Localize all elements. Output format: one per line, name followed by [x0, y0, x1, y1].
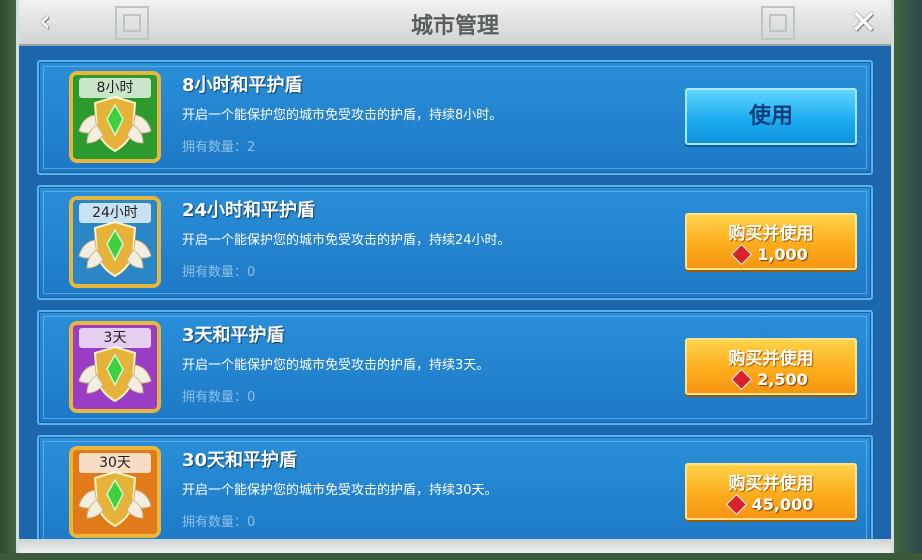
use-button-label: 使用 [748, 104, 793, 129]
shield-description: 开启一个能保护您的城市免受攻击的护盾，持续8小时。 [182, 108, 503, 123]
shield-description: 开启一个能保护您的城市免受攻击的护盾，持续3天。 [182, 358, 490, 373]
shield-icon: 30天 [69, 446, 161, 538]
buy-and-use-button[interactable]: 购买并使用 45,000 [685, 463, 857, 520]
owned-count: 拥有数量：0 [182, 515, 256, 530]
shield-row: 30天 30天和平护盾 开启一个能保护您的城市免受攻击的护盾，持续30天。 拥有… [37, 435, 873, 550]
price-value: 45,000 [751, 495, 814, 514]
page-title: 城市管理 [410, 14, 499, 39]
duration-badge: 30天 [79, 453, 151, 473]
shield-icon: 3天 [69, 321, 161, 413]
buy-button-label: 购买并使用 [728, 474, 814, 494]
gem-icon [725, 493, 747, 516]
shield-list: 8小时 8小时和平护盾 开启一个能保护您的城市免受攻击的护盾，持续8小时。 拥有… [37, 60, 873, 560]
duration-badge: 24小时 [79, 203, 151, 223]
use-button[interactable]: 使用 [685, 88, 857, 145]
bottom-bar [19, 539, 891, 553]
gem-icon [731, 368, 753, 391]
background-right [892, 0, 922, 553]
price-value: 1,000 [757, 245, 808, 264]
owned-count: 拥有数量：0 [182, 265, 256, 280]
shield-name: 3天和平护盾 [182, 325, 285, 346]
shield-row: 24小时 24小时和平护盾 开启一个能保护您的城市免受攻击的护盾，持续24小时。… [37, 185, 873, 300]
close-icon[interactable]: ✕ [850, 3, 877, 41]
shield-row: 3天 3天和平护盾 开启一个能保护您的城市免受攻击的护盾，持续3天。 拥有数量：… [37, 310, 873, 425]
header-bar: ‹ 城市管理 ✕ [19, 0, 891, 46]
owned-count: 拥有数量：0 [182, 390, 256, 405]
duration-badge: 8小时 [79, 78, 151, 98]
buy-and-use-button[interactable]: 购买并使用 2,500 [685, 338, 857, 395]
shield-name: 8小时和平护盾 [182, 75, 303, 96]
shield-name: 30天和平护盾 [182, 450, 298, 471]
buy-and-use-button[interactable]: 购买并使用 1,000 [685, 213, 857, 270]
shield-row: 8小时 8小时和平护盾 开启一个能保护您的城市免受攻击的护盾，持续8小时。 拥有… [37, 60, 873, 175]
shield-name: 24小时和平护盾 [182, 200, 316, 221]
city-management-panel: ‹ 城市管理 ✕ 8小时 8小时和平护盾 开启一个能保护您的城市免受攻击的护盾，… [16, 0, 894, 553]
gem-icon [731, 243, 753, 266]
shield-icon: 24小时 [69, 196, 161, 288]
price: 1,000 [687, 243, 855, 266]
price: 45,000 [687, 493, 855, 516]
duration-badge: 3天 [79, 328, 151, 348]
buy-button-label: 购买并使用 [728, 224, 814, 244]
owned-count: 拥有数量：2 [182, 140, 256, 155]
shield-icon: 8小时 [69, 71, 161, 163]
price: 2,500 [687, 368, 855, 391]
shield-description: 开启一个能保护您的城市免受攻击的护盾，持续24小时。 [182, 233, 511, 248]
price-value: 2,500 [757, 370, 808, 389]
shield-description: 开启一个能保护您的城市免受攻击的护盾，持续30天。 [182, 483, 498, 498]
buy-button-label: 购买并使用 [728, 349, 814, 369]
